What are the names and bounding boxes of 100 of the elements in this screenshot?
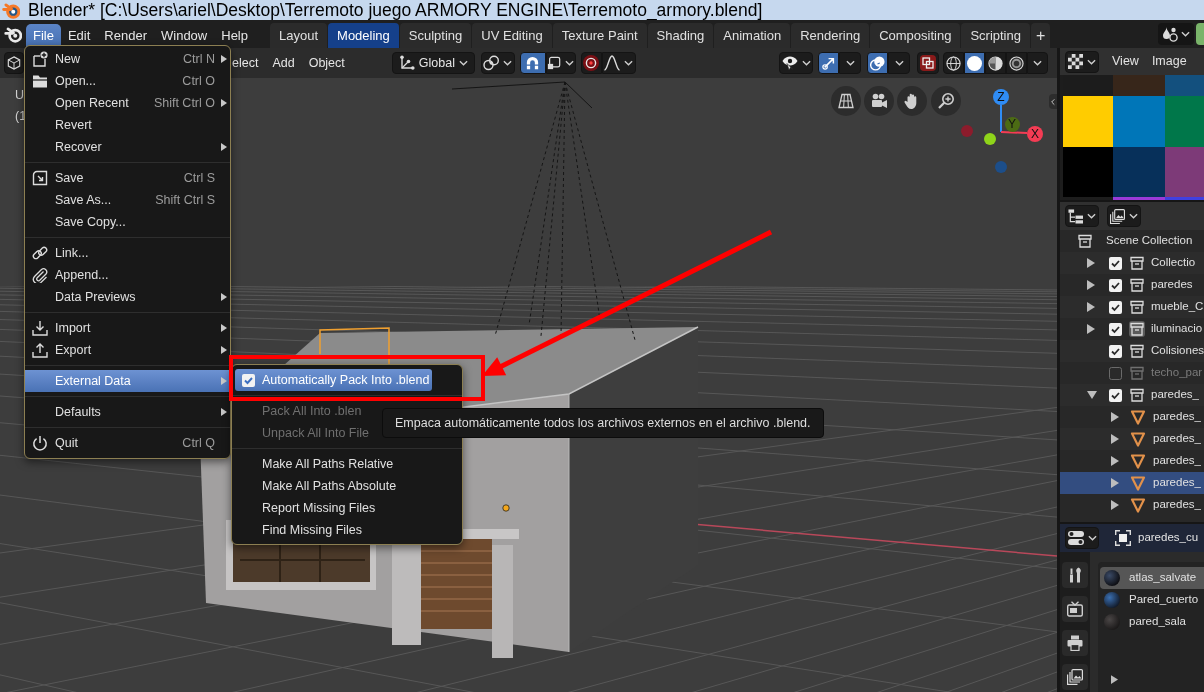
menu-item[interactable]: Append...	[25, 264, 230, 286]
expand-arrow-icon[interactable]	[1111, 675, 1118, 684]
mode-dropdown[interactable]	[4, 52, 24, 74]
menu-item[interactable]: Link...	[25, 242, 230, 264]
add-workspace-button[interactable]: +	[1030, 23, 1051, 48]
checkbox[interactable]	[1109, 322, 1122, 336]
menu-item[interactable]: Window	[154, 24, 215, 48]
expand-arrow-icon[interactable]	[1111, 500, 1119, 510]
axis-handle[interactable]: Z	[993, 89, 1009, 105]
menu-item[interactable]: Edit	[60, 24, 98, 48]
outliner-row[interactable]: Collectio	[1060, 252, 1204, 274]
shading-dropdown[interactable]	[1027, 52, 1048, 74]
shading-button[interactable]	[964, 52, 985, 74]
menu-item[interactable]: elect	[232, 55, 259, 71]
menu-item[interactable]: New Ctrl N	[25, 48, 230, 70]
sidebar-toggle-button[interactable]	[1049, 94, 1057, 109]
workspace-tab[interactable]: UV Editing	[472, 23, 552, 48]
menu-item[interactable]: Save Ctrl S	[25, 167, 230, 189]
axis-dot-icon[interactable]	[995, 161, 1007, 173]
snap-toggle[interactable]	[519, 52, 546, 74]
menu-item[interactable]: Make All Paths Absolute	[235, 475, 400, 497]
menu-item[interactable]: Open... Ctrl O	[25, 70, 230, 92]
outliner-row[interactable]: iluminacio	[1060, 318, 1204, 340]
menu-item[interactable]: Revert	[25, 114, 230, 136]
outliner-row[interactable]: mueble_C	[1060, 296, 1204, 318]
shading-button[interactable]	[943, 52, 964, 74]
menu-item[interactable]: Render	[97, 24, 154, 48]
workspace-tab[interactable]: Sculpting	[399, 23, 472, 48]
perspective-toggle-button[interactable]	[831, 86, 861, 116]
expand-arrow-icon[interactable]	[1111, 412, 1119, 422]
filter-dropdown[interactable]	[1107, 205, 1141, 227]
menu-item[interactable]: Automatically Pack Into .blend	[235, 369, 433, 391]
outliner-row[interactable]: Colisiones	[1060, 340, 1204, 362]
menu-item[interactable]: Report Missing Files	[235, 497, 379, 519]
zoom-button[interactable]	[931, 86, 961, 116]
expand-arrow-icon[interactable]	[1087, 391, 1097, 399]
menu-item[interactable]: File	[26, 24, 61, 48]
shading-button[interactable]	[985, 52, 1006, 74]
pivot-dropdown[interactable]	[480, 52, 515, 74]
expand-arrow-icon[interactable]	[1087, 302, 1095, 312]
gizmo-toggle[interactable]	[818, 52, 839, 74]
menu-item[interactable]: External Data	[25, 370, 230, 392]
workspace-tab[interactable]: Rendering	[791, 23, 870, 48]
outliner-row[interactable]: paredes	[1060, 274, 1204, 296]
properties-tab[interactable]	[1062, 562, 1088, 588]
menu-item[interactable]: View	[1112, 54, 1139, 69]
overlay-toggle[interactable]	[867, 52, 888, 74]
scene-dropdown[interactable]	[1158, 23, 1194, 45]
checkbox[interactable]	[1109, 344, 1122, 358]
checkbox[interactable]	[1109, 366, 1122, 380]
expand-arrow-icon[interactable]	[1111, 434, 1119, 444]
properties-tab[interactable]	[1062, 630, 1088, 656]
selector-field[interactable]	[1196, 23, 1204, 45]
expand-arrow-icon[interactable]	[1087, 324, 1095, 334]
expand-arrow-icon[interactable]	[1087, 258, 1095, 268]
properties-tab[interactable]	[1062, 664, 1088, 690]
menu-item[interactable]: Help	[214, 24, 255, 48]
workspace-tab[interactable]: Compositing	[870, 23, 961, 48]
axis-dot-icon[interactable]	[961, 125, 973, 137]
checkbox[interactable]	[1109, 256, 1122, 270]
material-slot[interactable]: pared_sala	[1100, 611, 1204, 633]
properties-tab[interactable]	[1062, 596, 1088, 622]
checkbox[interactable]	[1109, 278, 1122, 292]
axis-dot-icon[interactable]	[984, 133, 996, 145]
menu-item[interactable]: Defaults	[25, 401, 230, 423]
editor-type-dropdown[interactable]	[1065, 527, 1099, 549]
expand-arrow-icon[interactable]	[1111, 456, 1119, 466]
orientation-dropdown[interactable]: Global	[391, 52, 475, 74]
workspace-tab[interactable]: Scripting	[961, 23, 1030, 48]
menu-item[interactable]: Image	[1151, 54, 1187, 69]
outliner-row[interactable]: paredes_	[1060, 406, 1204, 428]
pan-button[interactable]	[897, 86, 927, 116]
app-logo-icon[interactable]	[4, 25, 22, 43]
outliner-row[interactable]: paredes_	[1060, 428, 1204, 450]
material-slot[interactable]: atlas_salvate	[1100, 567, 1204, 589]
camera-view-button[interactable]	[864, 86, 894, 116]
menu-item[interactable]: Make All Paths Relative	[235, 453, 397, 475]
expand-arrow-icon[interactable]	[1087, 280, 1095, 290]
menu-item[interactable]: Save Copy...	[25, 211, 230, 233]
visibility-dropdown[interactable]	[779, 52, 813, 74]
workspace-tab[interactable]: Texture Paint	[552, 23, 647, 48]
checkbox[interactable]	[242, 373, 255, 387]
overlay-dropdown[interactable]	[888, 52, 910, 74]
outliner-row[interactable]: Scene Collection	[1060, 230, 1204, 252]
workspace-tab[interactable]: Shading	[647, 23, 714, 48]
gizmo-dropdown[interactable]	[839, 52, 861, 74]
checkbox[interactable]	[1109, 388, 1122, 402]
outliner-row[interactable]: paredes_	[1060, 494, 1204, 516]
display-mode-dropdown[interactable]	[1065, 205, 1099, 227]
checkbox[interactable]	[1109, 300, 1122, 314]
shading-button[interactable]	[1006, 52, 1027, 74]
menu-item[interactable]: Quit Ctrl Q	[25, 432, 230, 454]
outliner-row[interactable]: paredes_	[1060, 450, 1204, 472]
snap-target-dropdown[interactable]	[545, 52, 576, 74]
workspace-tab[interactable]: Layout	[270, 23, 328, 48]
menu-item[interactable]: Recover	[25, 136, 230, 158]
menu-item[interactable]: Object	[308, 55, 345, 71]
material-slot[interactable]: Pared_cuerto	[1100, 589, 1204, 611]
outliner-row[interactable]: paredes_	[1060, 384, 1204, 406]
expand-arrow-icon[interactable]	[1111, 478, 1119, 488]
